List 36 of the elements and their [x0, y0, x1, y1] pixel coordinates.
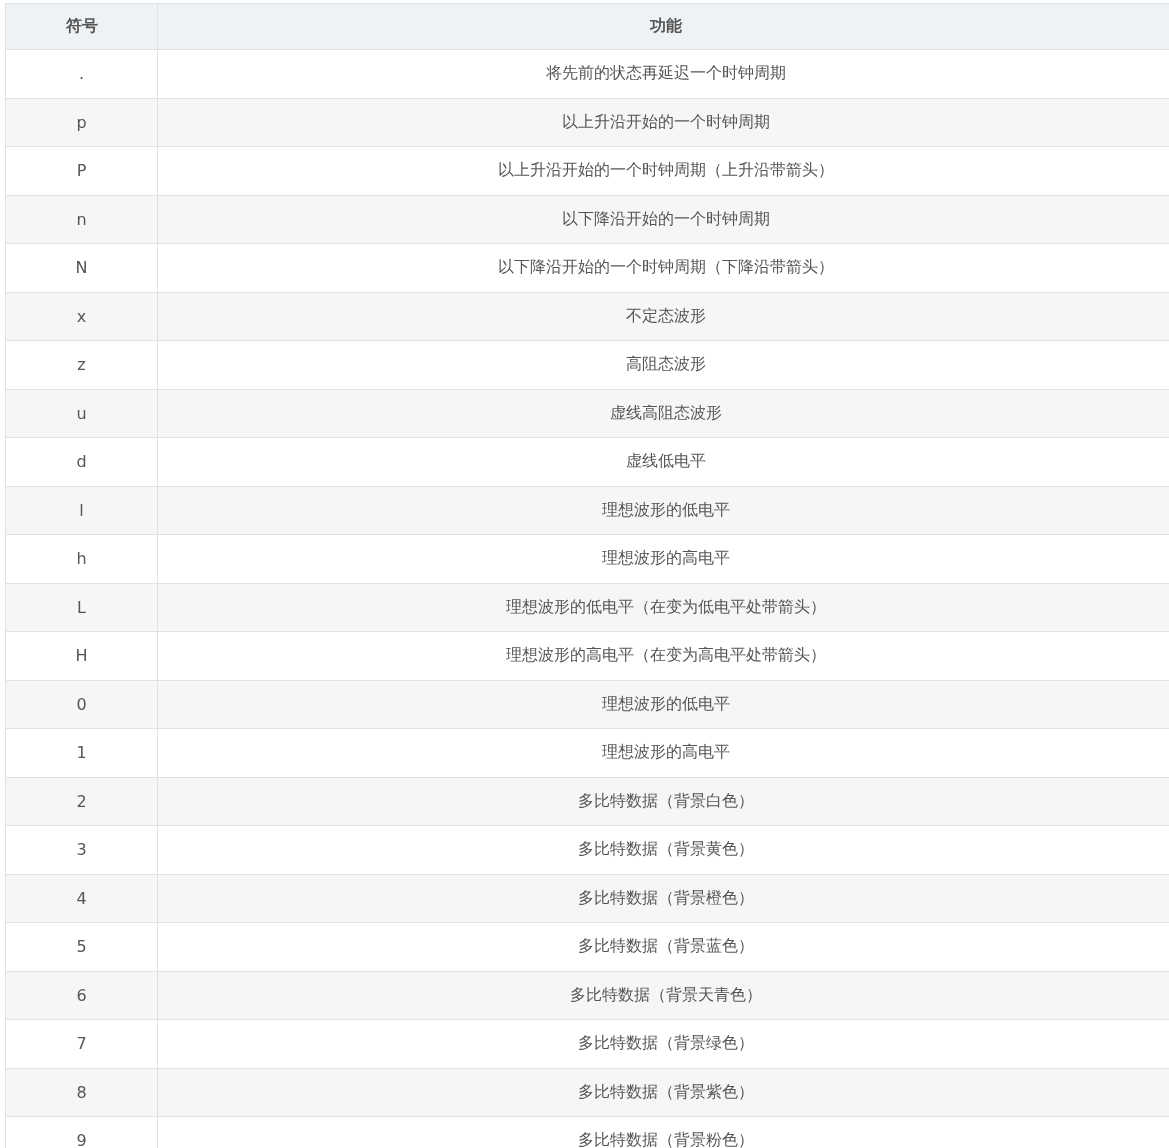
table-cell: 1	[5, 728, 158, 777]
table-cell: H	[5, 631, 158, 680]
table-cell: 多比特数据（背景白色）	[157, 777, 1169, 826]
table-cell: z	[5, 340, 158, 389]
table-cell: 多比特数据（背景橙色）	[157, 874, 1169, 923]
table-cell: x	[5, 292, 158, 341]
column-header: 符号	[5, 3, 158, 50]
table-cell: 7	[5, 1019, 158, 1068]
table-cell: 多比特数据（背景紫色）	[157, 1068, 1169, 1117]
table-cell: 理想波形的低电平	[157, 680, 1169, 729]
table-cell: n	[5, 195, 158, 244]
table-cell: d	[5, 437, 158, 486]
column-header: 功能	[157, 3, 1169, 50]
table-cell: 6	[5, 971, 158, 1020]
table-cell: 以上升沿开始的一个时钟周期	[157, 98, 1169, 147]
table-cell: 5	[5, 922, 158, 971]
table-cell: p	[5, 98, 158, 147]
table-cell: 多比特数据（背景天青色）	[157, 971, 1169, 1020]
table-cell: 理想波形的低电平（在变为低电平处带箭头）	[157, 583, 1169, 632]
table-cell: 虚线高阻态波形	[157, 389, 1169, 438]
table-cell: 9	[5, 1116, 158, 1148]
table-cell: h	[5, 534, 158, 583]
table-cell: .	[5, 49, 158, 98]
table-cell: 0	[5, 680, 158, 729]
table-cell: 不定态波形	[157, 292, 1169, 341]
table-cell: L	[5, 583, 158, 632]
table-cell: P	[5, 146, 158, 195]
table-cell: 4	[5, 874, 158, 923]
table-cell: N	[5, 243, 158, 292]
table-cell: u	[5, 389, 158, 438]
table-cell: l	[5, 486, 158, 535]
table-cell: 以下降沿开始的一个时钟周期	[157, 195, 1169, 244]
table-cell: 3	[5, 825, 158, 874]
table-cell: 理想波形的低电平	[157, 486, 1169, 535]
table-cell: 8	[5, 1068, 158, 1117]
table-cell: 2	[5, 777, 158, 826]
